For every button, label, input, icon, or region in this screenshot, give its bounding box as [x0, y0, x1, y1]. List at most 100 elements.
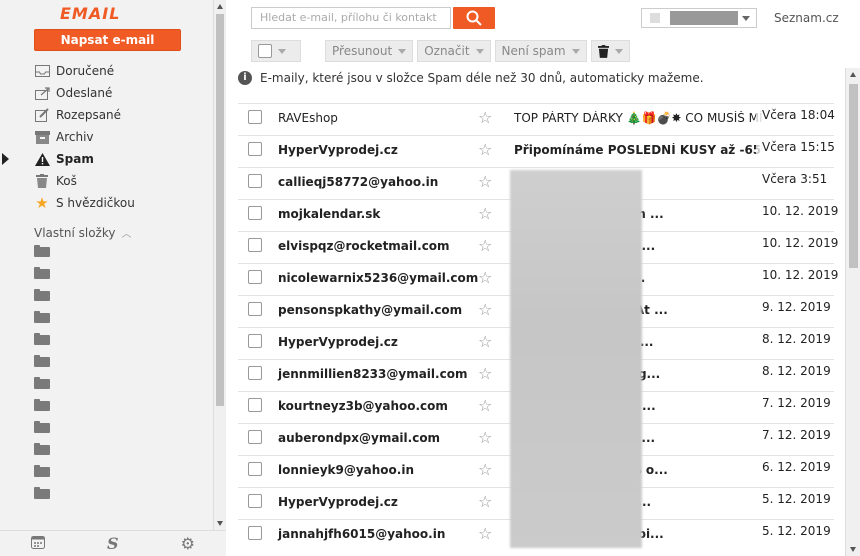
- star-outline-icon[interactable]: ☆: [478, 108, 492, 127]
- folder-icon[interactable]: [34, 465, 50, 477]
- mail-row[interactable]: RAVEshop ☆ TOP PÁRTY DÁRKY 🎄🎁💣✸ CO MUSÍŠ M…: [238, 103, 835, 135]
- account-name-redacted: [670, 11, 738, 25]
- sidebar-item-trash[interactable]: Koš: [0, 170, 213, 192]
- mail-row[interactable]: HyperVyprodej.cz ☆ Připomínáme POSLEDNÍ KU…: [238, 135, 835, 167]
- scroll-up-arrow-icon[interactable]: [850, 72, 856, 77]
- mail-checkbox[interactable]: [248, 174, 262, 188]
- search-input[interactable]: Hledat e-mail, přílohu či kontakt: [251, 7, 451, 29]
- star-outline-icon[interactable]: ☆: [478, 172, 492, 191]
- custom-folder-list: [34, 245, 50, 509]
- mail-checkbox[interactable]: [248, 366, 262, 380]
- sidebar-item-starred[interactable]: ★ S hvězdičkou: [0, 192, 213, 214]
- sidebar-item-spam[interactable]: Spam: [0, 148, 213, 170]
- sidebar-item-drafts[interactable]: Rozepsané: [0, 104, 213, 126]
- star-outline-icon[interactable]: ☆: [478, 300, 492, 319]
- mail-sender: jennmillien8233@ymail.com: [278, 367, 468, 381]
- star-outline-icon[interactable]: ☆: [478, 140, 492, 159]
- sent-icon: [34, 85, 50, 101]
- not-spam-button[interactable]: Není spam: [494, 40, 587, 62]
- sidebar-item-archive[interactable]: Archiv: [0, 126, 213, 148]
- select-all-dropdown[interactable]: [251, 40, 301, 62]
- mail-date: 8. 12. 2019: [756, 364, 831, 378]
- not-spam-label: Není spam: [501, 44, 566, 58]
- sidebar-item-label: Rozepsané: [56, 108, 122, 122]
- star-outline-icon[interactable]: ☆: [478, 332, 492, 351]
- scroll-up-arrow-icon[interactable]: [217, 4, 223, 9]
- sidebar-item-label: S hvězdičkou: [56, 196, 135, 210]
- sidebar-item-inbox[interactable]: Doručené: [0, 60, 213, 82]
- scroll-down-arrow-icon[interactable]: [217, 521, 223, 526]
- mail-checkbox[interactable]: [248, 334, 262, 348]
- mail-checkbox[interactable]: [248, 302, 262, 316]
- star-outline-icon[interactable]: ☆: [478, 524, 492, 543]
- mail-date: 10. 12. 2019: [756, 268, 839, 282]
- info-icon: i: [238, 71, 252, 85]
- compose-button[interactable]: Napsat e-mail: [34, 29, 181, 51]
- folder-icon[interactable]: [34, 333, 50, 345]
- mail-sender: kourtneyz3b@yahoo.com: [278, 399, 448, 413]
- mail-sender: HyperVyprodej.cz: [278, 335, 398, 349]
- folder-icon[interactable]: [34, 311, 50, 323]
- mail-checkbox[interactable]: [248, 142, 262, 156]
- mail-checkbox[interactable]: [248, 462, 262, 476]
- mail-checkbox[interactable]: [248, 526, 262, 540]
- redacted-subjects: [510, 170, 642, 548]
- logo[interactable]: EMAIL: [60, 4, 130, 23]
- sidebar-footer: S ⚙: [0, 530, 226, 556]
- folder-icon[interactable]: [34, 355, 50, 367]
- mail-sender: RAVEshop: [278, 111, 338, 125]
- search-button[interactable]: [453, 7, 495, 29]
- star-outline-icon[interactable]: ☆: [478, 460, 492, 479]
- calendar-icon[interactable]: [31, 534, 46, 553]
- folder-icon[interactable]: [34, 399, 50, 411]
- mail-list-scrollbar[interactable]: [845, 68, 860, 556]
- star-outline-icon[interactable]: ☆: [478, 396, 492, 415]
- seznam-s-icon[interactable]: S: [107, 534, 119, 553]
- custom-folders-toggle[interactable]: Vlastní složky ︿: [34, 225, 131, 241]
- mail-sender: mojkalendar.sk: [278, 207, 381, 221]
- mail-checkbox[interactable]: [248, 110, 262, 124]
- scroll-down-arrow-icon[interactable]: [850, 547, 856, 552]
- select-all-checkbox[interactable]: [258, 44, 272, 58]
- mail-checkbox[interactable]: [248, 494, 262, 508]
- mail-sender: HyperVyprodej.cz: [278, 143, 398, 157]
- sidebar-scrollbar[interactable]: [213, 0, 226, 530]
- folder-icon[interactable]: [34, 443, 50, 455]
- account-selector[interactable]: [641, 8, 757, 28]
- star-outline-icon[interactable]: ☆: [478, 364, 492, 383]
- star-outline-icon[interactable]: ☆: [478, 268, 492, 287]
- mail-date: Včera 15:15: [756, 140, 835, 154]
- star-outline-icon[interactable]: ☆: [478, 204, 492, 223]
- star-outline-icon[interactable]: ☆: [478, 492, 492, 511]
- mark-button[interactable]: Označit: [417, 40, 491, 62]
- mail-checkbox[interactable]: [248, 430, 262, 444]
- scrollbar-thumb[interactable]: [849, 84, 858, 268]
- folder-icon[interactable]: [34, 267, 50, 279]
- sidebar-item-sent[interactable]: Odeslané: [0, 82, 213, 104]
- folder-icon[interactable]: [34, 377, 50, 389]
- mail-checkbox[interactable]: [248, 398, 262, 412]
- delete-button[interactable]: [590, 40, 630, 62]
- move-button[interactable]: Přesunout: [325, 40, 414, 62]
- chevron-down-icon: [742, 16, 750, 21]
- seznam-link[interactable]: Seznam.cz: [774, 11, 839, 25]
- archive-icon: [34, 129, 50, 145]
- mail-checkbox[interactable]: [248, 270, 262, 284]
- star-outline-icon[interactable]: ☆: [478, 428, 492, 447]
- folder-nav: Doručené Odeslané Rozepsané Archiv Spam …: [0, 60, 213, 214]
- folder-icon[interactable]: [34, 487, 50, 499]
- folder-icon[interactable]: [34, 289, 50, 301]
- sidebar-item-label: Koš: [56, 174, 77, 188]
- mail-checkbox[interactable]: [248, 238, 262, 252]
- star-icon: ★: [35, 194, 49, 212]
- email-app: EMAIL Napsat e-mail Doručené Odeslané Ro…: [0, 0, 860, 556]
- mail-sender: lonnieyk9@yahoo.in: [278, 463, 415, 477]
- mail-subject: TOP PÁRTY DÁRKY 🎄🎁💣✸ CO MUSÍŠ MÍT: [514, 111, 762, 125]
- star-outline-icon[interactable]: ☆: [478, 236, 492, 255]
- folder-icon[interactable]: [34, 421, 50, 433]
- folder-icon[interactable]: [34, 245, 50, 257]
- scrollbar-thumb[interactable]: [216, 14, 224, 406]
- mail-checkbox[interactable]: [248, 206, 262, 220]
- mail-date: 6. 12. 2019: [756, 460, 831, 474]
- gear-icon[interactable]: ⚙: [181, 534, 195, 553]
